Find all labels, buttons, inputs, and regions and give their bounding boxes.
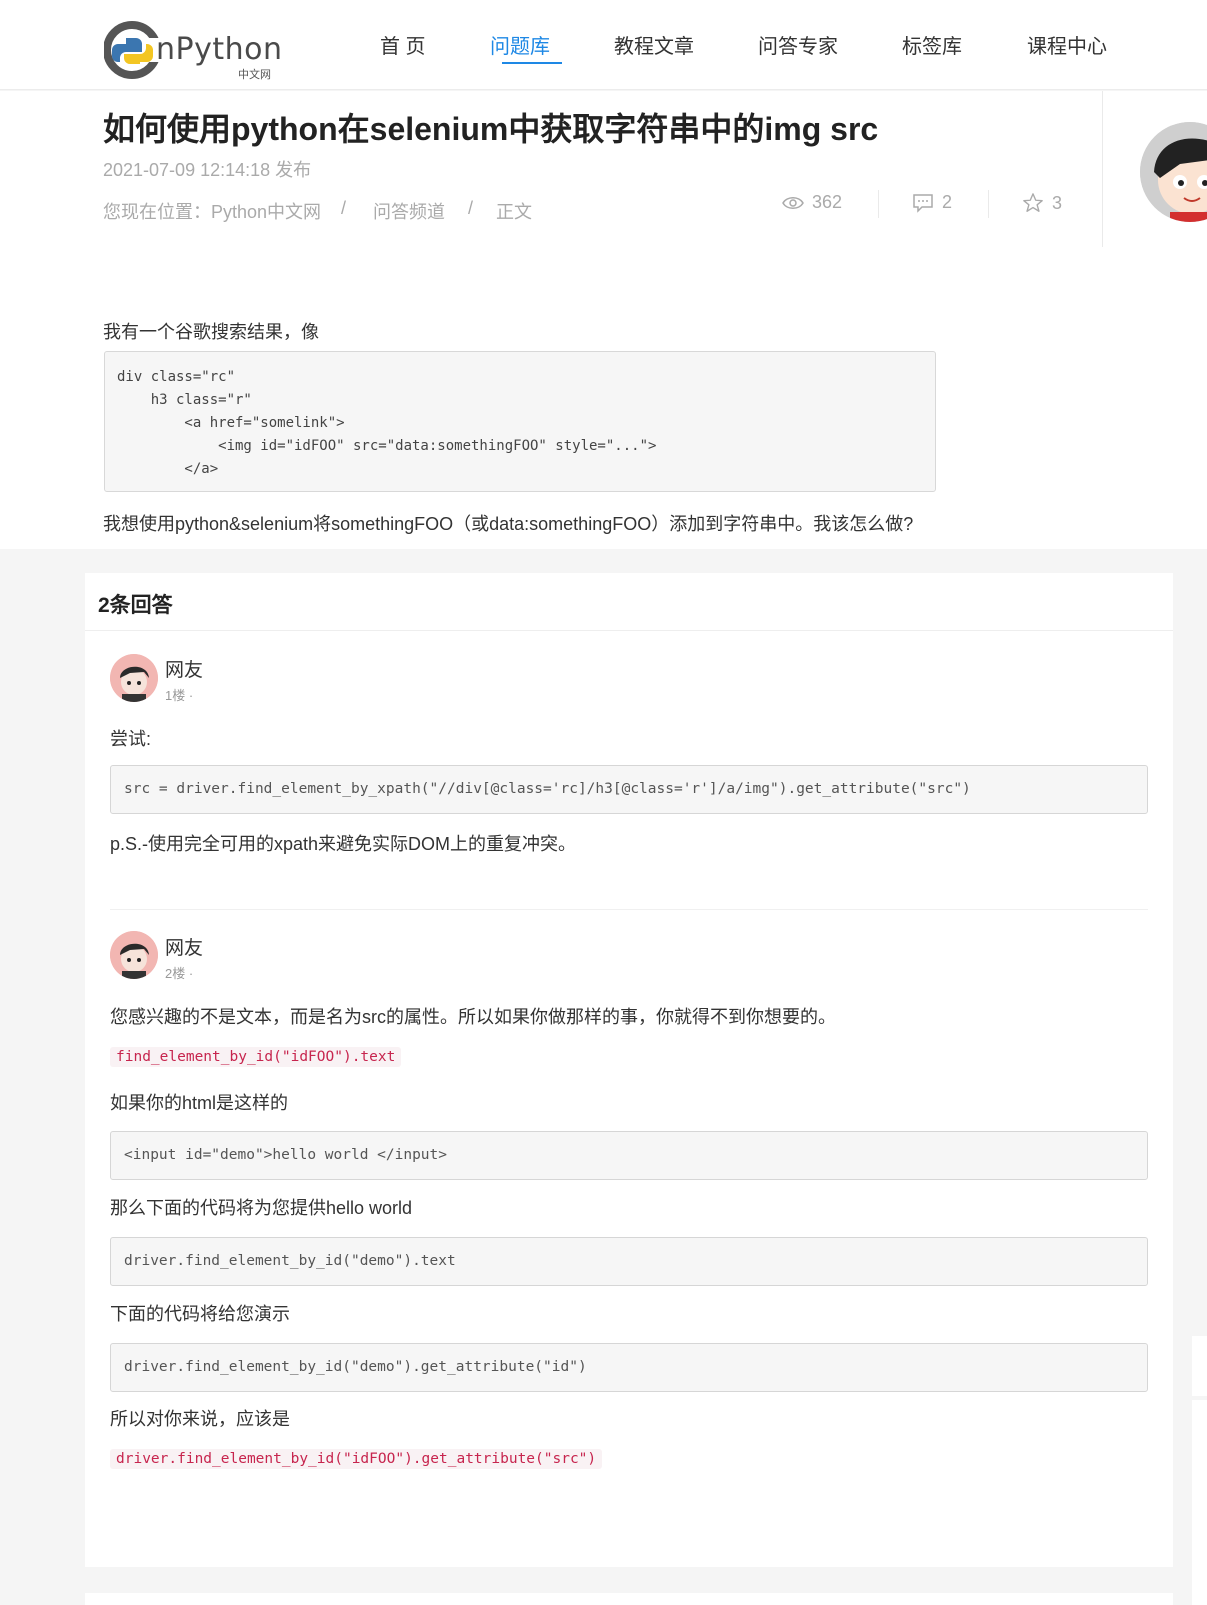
question-intro: 我有一个谷歌搜索结果，像 [103, 322, 319, 342]
breadcrumb-current: 正文 [496, 202, 532, 222]
comment-icon [913, 193, 933, 213]
eye-icon [782, 196, 804, 209]
nav-active-indicator [502, 62, 562, 64]
comment-count[interactable]: 2 [912, 192, 952, 213]
answer-avatar[interactable] [110, 654, 158, 702]
answers-panel: 2条回答 网友 1楼 · 尝试: src = driver.find_eleme… [85, 573, 1173, 1567]
answer-inline-code: find_element_by_id("idFOO").text [110, 1047, 402, 1067]
nav-home[interactable]: 首 页 [380, 30, 426, 59]
question-code-block: div class="rc" h3 class="r" <a href="som… [104, 351, 936, 492]
python-logo-icon [104, 21, 162, 79]
top-bar: nPython 中文网 首 页 问题库 教程文章 问答专家 标签库 课程中心 [0, 0, 1207, 90]
view-count-value: 362 [812, 192, 843, 212]
logo-subtitle: 中文网 [238, 69, 271, 81]
logo-text: nPython [156, 32, 283, 67]
answer-text: p.S.-使用完全可用的xpath来避免实际DOM上的重复冲突。 [110, 834, 577, 854]
sidebar-divider [1102, 91, 1103, 247]
user-avatar-icon [110, 931, 158, 979]
question-body: 我想使用python&selenium将somethingFOO（或data:s… [103, 514, 914, 534]
answer-divider [110, 909, 1148, 910]
user-avatar-icon [110, 654, 158, 702]
nav-courses[interactable]: 课程中心 [1027, 30, 1107, 59]
answer-floor: 2楼 · [165, 966, 194, 981]
answer-text: 您感兴趣的不是文本，而是名为src的属性。所以如果你做那样的事，你就得不到你想要… [110, 1007, 836, 1027]
view-count: 362 [782, 192, 842, 213]
breadcrumb-separator: / [341, 198, 347, 218]
stat-divider [988, 190, 989, 218]
answer-username[interactable]: 网友 [165, 655, 203, 682]
nav-tags[interactable]: 标签库 [902, 30, 962, 59]
breadcrumb-qa-channel[interactable]: 问答频道 [373, 198, 445, 224]
publish-date: 2021-07-09 12:14:18 发布 [103, 160, 312, 180]
breadcrumb-location[interactable]: 您现在位置：Python中文网 [103, 198, 321, 224]
answer-code-block: driver.find_element_by_id("demo").get_at… [110, 1343, 1148, 1392]
stat-divider [878, 190, 879, 218]
star-icon [1023, 193, 1043, 212]
answer-text: 所以对你来说，应该是 [110, 1409, 290, 1429]
side-panel-edge [1192, 1336, 1207, 1396]
answer-code-block: <input id="demo">hello world </input> [110, 1131, 1148, 1180]
answer-avatar[interactable] [110, 931, 158, 979]
answer-inline-code: driver.find_element_by_id("idFOO").get_a… [110, 1449, 603, 1469]
site-logo[interactable]: nPython 中文网 [104, 20, 282, 81]
favorite-count[interactable]: 3 [1022, 192, 1062, 214]
favorite-count-value: 3 [1052, 192, 1063, 213]
side-panel-edge [1192, 1400, 1207, 1605]
breadcrumb-separator: / [468, 198, 474, 218]
comment-count-value: 2 [942, 192, 953, 212]
answers-count-title: 2条回答 [98, 594, 173, 617]
next-section-card [85, 1593, 1173, 1605]
answer-code-block: driver.find_element_by_id("demo").text [110, 1237, 1148, 1286]
answer-text: 尝试: [110, 729, 152, 749]
nav-questions[interactable]: 问题库 [490, 30, 550, 59]
page-title: 如何使用python在selenium中获取字符串中的img src [103, 111, 879, 147]
answer-username[interactable]: 网友 [165, 933, 203, 960]
answer-text: 那么下面的代码将为您提供hello world [110, 1198, 413, 1218]
answer-code-block: src = driver.find_element_by_xpath("//di… [110, 765, 1148, 814]
nav-tutorials[interactable]: 教程文章 [614, 30, 694, 59]
answer-floor: 1楼 · [165, 688, 194, 703]
answer-text: 下面的代码将给您演示 [110, 1304, 290, 1324]
answers-header: 2条回答 [85, 573, 1173, 631]
answer-text: 如果你的html是这样的 [110, 1093, 289, 1113]
nav-experts[interactable]: 问答专家 [758, 30, 838, 59]
